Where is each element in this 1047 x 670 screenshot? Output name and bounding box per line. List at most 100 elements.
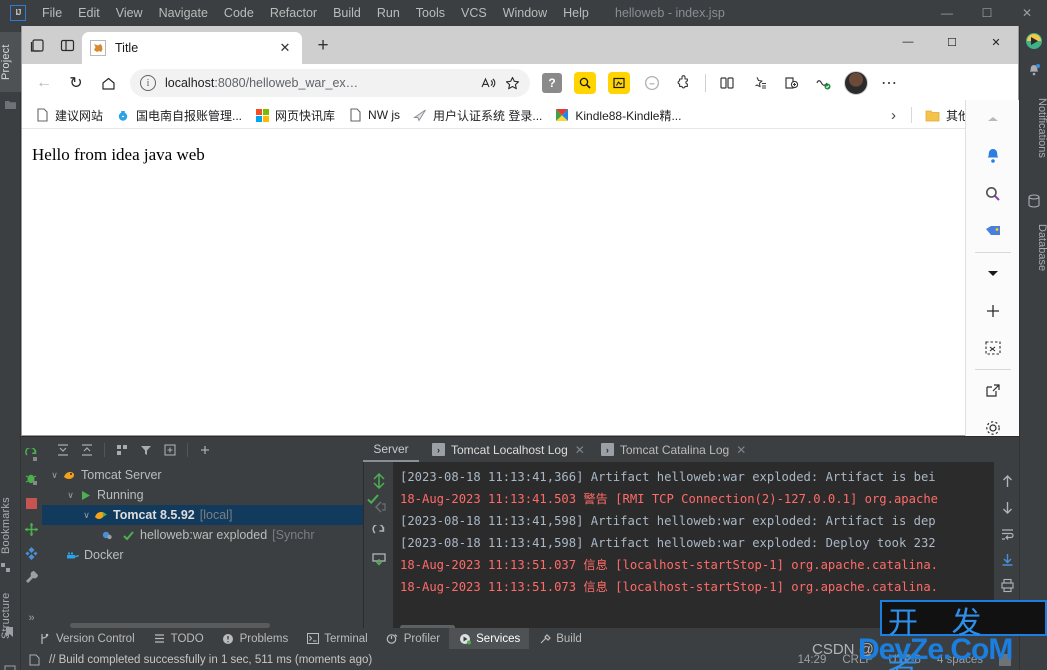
sidebar-tab-bookmarks[interactable]: Bookmarks xyxy=(0,488,21,564)
deploy-icon[interactable] xyxy=(21,519,42,540)
menu-vcs[interactable]: VCS xyxy=(453,3,495,23)
tree-row-running[interactable]: ∨ Running xyxy=(42,485,363,505)
right-tab-database[interactable]: Database xyxy=(1020,212,1047,284)
menu-build[interactable]: Build xyxy=(325,3,369,23)
tab-tomcat-localhost-log[interactable]: › Tomcat Localhost Log ✕ xyxy=(424,437,593,462)
tool-tab-services[interactable]: Services xyxy=(449,628,530,649)
zoom-search-icon[interactable] xyxy=(574,72,596,94)
sidebar-tab-project[interactable]: Project xyxy=(0,32,21,92)
open-external-icon[interactable] xyxy=(966,372,1020,409)
tab-close-icon[interactable]: ✕ xyxy=(575,443,585,457)
tree-row-artifact[interactable]: helloweb:war exploded [Synchr xyxy=(42,525,363,545)
add-icon[interactable] xyxy=(194,439,216,461)
collapse-up-icon[interactable] xyxy=(966,100,1020,137)
select-region-icon[interactable] xyxy=(966,330,1020,367)
right-tab-notifications[interactable]: Notifications xyxy=(1020,82,1047,174)
stop-icon[interactable] xyxy=(21,493,42,514)
split-screen-icon[interactable] xyxy=(711,68,743,98)
tree-row-tomcat-8592[interactable]: ∨ Tomcat 8.5.92 [local] xyxy=(42,505,363,525)
restart-icon[interactable] xyxy=(364,520,394,546)
plus-icon[interactable] xyxy=(966,292,1020,329)
tab-tomcat-catalina-log[interactable]: › Tomcat Catalina Log ✕ xyxy=(593,437,754,462)
up-arrow-icon[interactable] xyxy=(994,468,1020,494)
dependencies-icon[interactable] xyxy=(21,543,42,564)
browser-tab[interactable]: Title ✕ xyxy=(82,32,302,64)
search-icon[interactable] xyxy=(966,175,1020,212)
notifications-bell-icon[interactable] xyxy=(1026,62,1042,78)
bookmark-item[interactable]: 国电南自报账管理... xyxy=(109,105,248,126)
collapse-all-icon[interactable] xyxy=(76,439,98,461)
tree-row-tomcat-server[interactable]: ∨ Tomcat Server xyxy=(42,465,363,485)
tool-tab-build[interactable]: Build xyxy=(529,628,591,649)
favorite-star-icon[interactable] xyxy=(500,71,524,95)
menu-run[interactable]: Run xyxy=(369,3,408,23)
down-arrow-icon[interactable] xyxy=(994,494,1020,520)
terminal-strip-icon[interactable] xyxy=(4,664,17,670)
tree-twisty-icon[interactable]: ∨ xyxy=(64,490,77,501)
menu-file[interactable]: File xyxy=(34,3,70,23)
new-tab-button[interactable]: + xyxy=(308,31,338,61)
sidebar-tab-structure[interactable]: Structure xyxy=(0,581,21,651)
menu-view[interactable]: View xyxy=(108,3,151,23)
question-mark-icon[interactable]: ? xyxy=(542,73,562,93)
tool-tab-problems[interactable]: Problems xyxy=(213,628,298,649)
ide-close-button[interactable]: ✕ xyxy=(1007,0,1047,26)
site-info-icon[interactable]: i xyxy=(140,75,156,91)
tab-server[interactable]: Server xyxy=(363,437,419,462)
group-by-icon[interactable] xyxy=(111,439,133,461)
scroll-to-end-icon[interactable] xyxy=(364,468,394,494)
chevron-down-icon[interactable] xyxy=(966,255,1020,292)
read-aloud-icon[interactable] xyxy=(476,71,500,95)
browser-essentials-icon[interactable] xyxy=(636,68,668,98)
bookmark-item[interactable]: 用户认证系统 登录... xyxy=(406,105,548,126)
expand-all-icon[interactable] xyxy=(52,439,74,461)
tab-close-icon[interactable]: ✕ xyxy=(736,443,746,457)
profile-avatar[interactable] xyxy=(844,71,868,95)
bookmark-tag-icon[interactable] xyxy=(966,212,1020,249)
download-icon[interactable] xyxy=(994,546,1020,572)
menu-tools[interactable]: Tools xyxy=(408,3,453,23)
tree-twisty-icon[interactable]: ∨ xyxy=(48,470,61,481)
tool-tab-profiler[interactable]: Profiler xyxy=(377,628,449,649)
extensions-icon[interactable] xyxy=(668,68,700,98)
tool-tab-version-control[interactable]: Version Control xyxy=(29,628,144,649)
notifications-bell-icon[interactable] xyxy=(966,137,1020,174)
bookmark-item[interactable]: NW js xyxy=(341,105,406,125)
screenshot-icon[interactable] xyxy=(608,72,630,94)
more-icon[interactable]: » xyxy=(21,607,42,628)
menu-help[interactable]: Help xyxy=(555,3,597,23)
export-icon[interactable] xyxy=(364,546,394,572)
ide-minimize-button[interactable]: — xyxy=(927,0,967,26)
favorites-icon[interactable] xyxy=(743,68,775,98)
browser-minimize-button[interactable]: — xyxy=(886,26,930,58)
address-bar[interactable]: i localhost:8080/helloweb_war_ex… xyxy=(130,69,530,97)
home-icon[interactable] xyxy=(92,68,124,98)
bookmark-item[interactable]: 网页快讯库 xyxy=(248,105,341,126)
bookmark-item[interactable]: 建议网站 xyxy=(28,105,109,126)
back-icon[interactable]: ← xyxy=(28,68,60,98)
browser-maximize-button[interactable]: ☐ xyxy=(930,26,974,58)
menu-code[interactable]: Code xyxy=(216,3,262,23)
browser-close-button[interactable]: ✕ xyxy=(974,26,1018,58)
print-icon[interactable] xyxy=(994,572,1020,598)
filter-icon[interactable] xyxy=(135,439,157,461)
tree-row-docker[interactable]: Docker xyxy=(42,545,363,565)
performance-icon[interactable] xyxy=(807,68,839,98)
collections-icon[interactable] xyxy=(775,68,807,98)
reload-icon[interactable]: ↻ xyxy=(60,68,92,98)
more-options-icon[interactable]: ⋯ xyxy=(873,68,905,98)
tool-tab-terminal[interactable]: Terminal xyxy=(297,628,376,649)
bookmarks-overflow-chevron-icon[interactable]: › xyxy=(883,107,904,124)
debug-icon[interactable] xyxy=(21,469,42,490)
browser-tab-close-icon[interactable]: ✕ xyxy=(276,40,294,56)
menu-navigate[interactable]: Navigate xyxy=(151,3,216,23)
menu-refactor[interactable]: Refactor xyxy=(262,3,325,23)
menu-edit[interactable]: Edit xyxy=(70,3,108,23)
rerun-icon[interactable] xyxy=(21,445,42,466)
tool-tab-todo[interactable]: TODO xyxy=(144,628,213,649)
tree-twisty-icon[interactable]: ∨ xyxy=(80,510,93,521)
tab-actions-icon[interactable] xyxy=(22,30,52,60)
bookmark-item[interactable]: Kindle88-Kindle精... xyxy=(548,105,687,126)
settings-wrench-icon[interactable] xyxy=(21,567,42,588)
split-pane-icon[interactable] xyxy=(52,30,82,60)
